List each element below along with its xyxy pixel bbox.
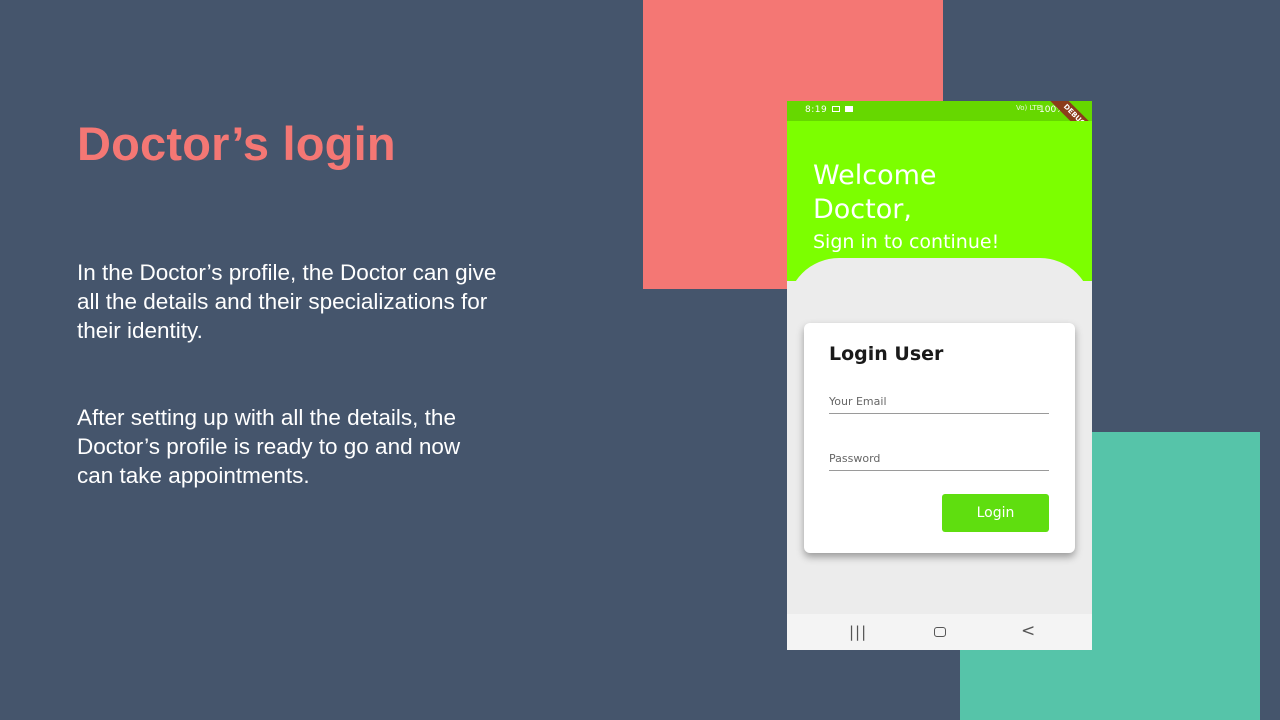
welcome-header: Welcome Doctor, Sign in to continue! [787, 121, 1092, 281]
sign-in-subtitle: Sign in to continue! [813, 231, 1000, 253]
status-time: 8:19 [805, 105, 828, 115]
app-notification-icon [845, 106, 853, 112]
welcome-heading: Welcome Doctor, [813, 159, 937, 227]
recents-icon[interactable]: ||| [849, 623, 867, 641]
login-card: Login User Login [804, 323, 1075, 553]
login-button[interactable]: Login [942, 494, 1049, 532]
slide-title: Doctor’s login [77, 117, 396, 170]
android-nav-bar: ||| < [787, 614, 1092, 650]
home-icon[interactable] [934, 627, 946, 637]
status-bar: 8:19 Vo) LTE 100% DEBUG [787, 101, 1092, 149]
welcome-line-2: Doctor, [813, 194, 912, 225]
email-field[interactable] [829, 389, 1049, 414]
back-icon[interactable]: < [1021, 621, 1035, 641]
password-field[interactable] [829, 446, 1049, 471]
network-signal-label: Vo) LTE [1016, 104, 1042, 112]
gallery-notification-icon [832, 106, 840, 112]
description-paragraph-2: After setting up with all the details, t… [77, 405, 461, 488]
login-card-title: Login User [829, 343, 944, 365]
phone-screenshot: 8:19 Vo) LTE 100% DEBUG Welcome Doctor, … [787, 101, 1092, 650]
description-paragraph-1: In the Doctor’s profile, the Doctor can … [77, 260, 497, 343]
welcome-line-1: Welcome [813, 160, 937, 191]
